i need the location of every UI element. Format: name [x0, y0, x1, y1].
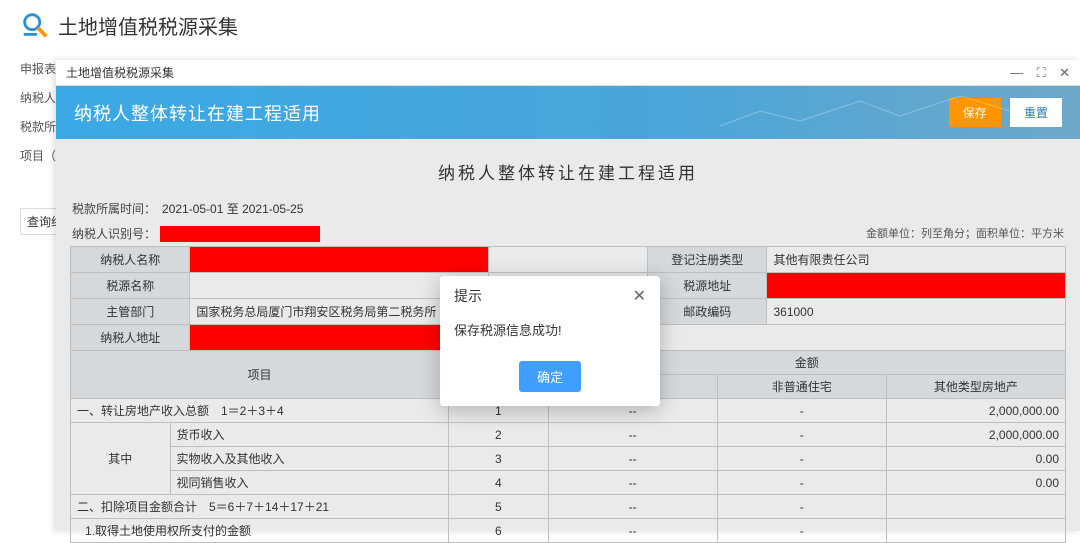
sub-label: 其中 — [71, 423, 171, 495]
reg-type-value: 其他有限责任公司 — [767, 247, 1066, 273]
save-button[interactable]: 保存 — [949, 98, 1001, 127]
dialog-banner: 纳税人整体转让在建工程适用 保存 重置 — [56, 86, 1080, 139]
source-addr-label: 税源地址 — [648, 273, 767, 299]
period-label: 税款所属时间： — [72, 200, 156, 217]
maximize-icon[interactable]: ⛶ — [1037, 65, 1046, 80]
period-value: 2021-05-01 至 2021-05-25 — [162, 200, 303, 217]
minimize-icon[interactable]: — — [1010, 65, 1023, 80]
postcode-label: 邮政编码 — [648, 299, 767, 325]
modal-title: 提示 — [454, 286, 482, 306]
banner-title: 纳税人整体转让在建工程适用 — [74, 100, 321, 126]
dialog-titlebar: 土地增值税税源采集 — ⛶ ✕ — [56, 60, 1080, 86]
taxpayer-id-row: 纳税人识别号： — [72, 225, 320, 242]
window-controls: — ⛶ ✕ — [1000, 65, 1070, 81]
reg-type-label: 登记注册类型 — [648, 247, 767, 273]
dept-label: 主管部门 — [71, 299, 190, 325]
source-name-label: 税源名称 — [71, 273, 190, 299]
col-other: 其他类型房地产 — [886, 375, 1065, 399]
period-row: 税款所属时间： 2021-05-01 至 2021-05-25 — [72, 200, 1064, 217]
close-icon[interactable]: ✕ — [1059, 65, 1070, 80]
nav-item[interactable]: 申报表 — [20, 60, 56, 77]
table-row: 实物收入及其他收入 3 -- - 0.00 — [71, 447, 1066, 471]
table-row: 其中 货币收入 2 -- - 2,000,000.00 — [71, 423, 1066, 447]
page-header: 土地增值税税源采集 — [0, 0, 1080, 50]
col-project: 项目 — [71, 351, 449, 399]
units-note: 金额单位：列至角分；面积单位：平方米 — [866, 225, 1064, 241]
table-row: 二、扣除项目金额合计 5＝6＋7＋14＋17＋21 5 -- - — [71, 495, 1066, 519]
app-logo-icon — [20, 10, 50, 40]
banner-actions: 保存 重置 — [943, 98, 1062, 127]
nav-item[interactable]: 纳税人 — [20, 89, 56, 106]
nav-item[interactable]: 项目（ — [20, 147, 56, 164]
taxpayer-addr-label: 纳税人地址 — [71, 325, 190, 351]
modal-message: 保存税源信息成功! — [440, 316, 660, 353]
taxpayer-name-value — [190, 247, 489, 273]
alert-modal: 提示 ✕ 保存税源信息成功! 确定 — [440, 276, 660, 406]
page-title: 土地增值税税源采集 — [58, 11, 238, 40]
col-nonordinary: 非普通住宅 — [717, 375, 886, 399]
taxpayer-id-label: 纳税人识别号： — [72, 225, 156, 242]
form-title: 纳税人整体转让在建工程适用 — [70, 159, 1066, 184]
nav-item[interactable]: 税款所 — [20, 118, 56, 135]
modal-ok-button[interactable]: 确定 — [519, 361, 581, 392]
reset-button[interactable]: 重置 — [1010, 98, 1062, 127]
dialog-tab-title: 土地增值税税源采集 — [66, 64, 174, 81]
left-nav: 申报表 纳税人 税款所 项目（ — [20, 60, 56, 176]
source-addr-value — [767, 273, 1066, 299]
taxpayer-name-label: 纳税人名称 — [71, 247, 190, 273]
redacted-taxpayer-id — [160, 226, 320, 242]
postcode-value: 361000 — [767, 299, 1066, 325]
table-row: 视同销售收入 4 -- - 0.00 — [71, 471, 1066, 495]
modal-close-icon[interactable]: ✕ — [633, 286, 646, 306]
